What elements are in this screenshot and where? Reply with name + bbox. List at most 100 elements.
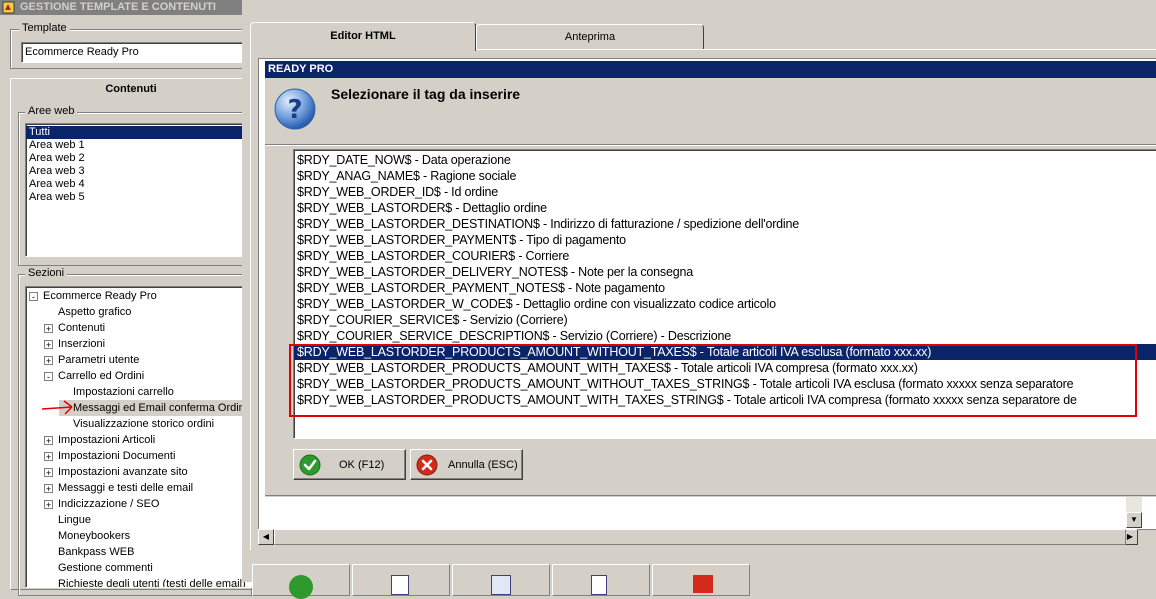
check-icon: [299, 454, 321, 476]
tab-editor-html-label: Editor HTML: [330, 30, 396, 42]
editor-hscroll[interactable]: ◀ ▶: [258, 529, 1138, 545]
dialog-header-separator: [265, 144, 1156, 146]
dialog-titlebar[interactable]: READY PRO: [265, 61, 1156, 78]
tree-item-label: Ecommerce Ready Pro: [43, 290, 157, 302]
expand-icon[interactable]: +: [44, 483, 53, 493]
cancel-x-icon: [416, 454, 438, 476]
template-group: Template Ecommerce Ready Pro: [10, 22, 253, 69]
tree-item[interactable]: + Contenuti: [44, 320, 105, 336]
aree-web-item[interactable]: Area web 3: [26, 165, 250, 178]
tag-list-item[interactable]: $RDY_WEB_LASTORDER_DESTINATION$ - Indiri…: [294, 216, 1156, 232]
dialog-title: READY PRO: [268, 63, 334, 75]
contenuti-header: Contenuti: [105, 83, 157, 95]
aree-web-item[interactable]: Tutti: [26, 126, 250, 139]
tree-item[interactable]: Messaggi ed Email conferma Ordine: [59, 400, 251, 416]
dialog-prompt: Selezionare il tag da inserire: [331, 86, 521, 102]
tab-anteprima[interactable]: Anteprima: [476, 24, 704, 49]
scroll-down-button[interactable]: ▼: [1126, 512, 1142, 528]
tag-list-item[interactable]: $RDY_WEB_LASTORDER$ - Dettaglio ordine: [294, 200, 1156, 216]
collapse-icon[interactable]: -: [29, 291, 38, 301]
tag-list-item[interactable]: $RDY_WEB_LASTORDER_COURIER$ - Corriere: [294, 248, 1156, 264]
tag-list-item[interactable]: $RDY_WEB_LASTORDER_PAYMENT$ - Tipo di pa…: [294, 232, 1156, 248]
tree-item[interactable]: Bankpass WEB: [44, 544, 134, 560]
tree-item[interactable]: Aspetto grafico: [44, 304, 131, 320]
expand-icon[interactable]: +: [44, 339, 53, 349]
expand-icon[interactable]: +: [44, 451, 53, 461]
toolbar-button-1[interactable]: [252, 564, 350, 599]
toolbar-button-5[interactable]: [652, 564, 750, 596]
dialog-bottom-separator: [265, 495, 1156, 496]
tag-list-item[interactable]: $RDY_WEB_LASTORDER_DELIVERY_NOTES$ - Not…: [294, 264, 1156, 280]
toolbar-button-3[interactable]: [452, 564, 550, 596]
scroll-left-button[interactable]: ◀: [258, 529, 274, 545]
tree-item[interactable]: - Carrello ed Ordini: [44, 368, 144, 384]
tree-item-label: Impostazioni Documenti: [58, 450, 176, 462]
tree-item-label: Messaggi e testi delle email: [58, 482, 194, 494]
expand-icon[interactable]: +: [44, 355, 53, 365]
expand-icon[interactable]: +: [44, 467, 53, 477]
tree-item[interactable]: - Ecommerce Ready Pro: [29, 288, 157, 304]
tree-item[interactable]: + Impostazioni Articoli: [44, 432, 155, 448]
tag-list-item[interactable]: $RDY_WEB_LASTORDER_W_CODE$ - Dettaglio o…: [294, 296, 1156, 312]
tag-list-item[interactable]: $RDY_ANAG_NAME$ - Ragione sociale: [294, 168, 1156, 184]
ok-button[interactable]: OK (F12): [293, 449, 406, 480]
sezioni-label: Sezioni: [25, 267, 68, 279]
cancel-button[interactable]: Annulla (ESC): [410, 449, 523, 480]
tab-editor-html[interactable]: Editor HTML: [250, 22, 476, 51]
tree-item[interactable]: Gestione commenti: [44, 560, 153, 576]
sezioni-tree[interactable]: - Ecommerce Ready Pro Aspetto grafico + Cont…: [25, 286, 253, 588]
tree-item[interactable]: + Parametri utente: [44, 352, 139, 368]
tree-item-label: Bankpass WEB: [58, 546, 135, 558]
template-label: Template: [19, 22, 70, 34]
expand-icon[interactable]: +: [44, 499, 53, 509]
annotation-arrow-icon: [41, 400, 73, 415]
tree-item-label: Contenuti: [58, 322, 106, 334]
tag-list-item[interactable]: $RDY_COURIER_SERVICE$ - Servizio (Corrie…: [294, 312, 1156, 328]
tree-item[interactable]: + Inserzioni: [44, 336, 105, 352]
tree-item[interactable]: Moneybookers: [44, 528, 130, 544]
tree-item-label: Indicizzazione / SEO: [58, 498, 160, 510]
bottom-toolbar: [242, 560, 1156, 599]
cancel-button-label: Annulla (ESC): [448, 458, 518, 471]
tree-item[interactable]: Lingue: [44, 512, 91, 528]
tree-item[interactable]: + Messaggi e testi delle email: [44, 480, 193, 496]
dialog-header: ? Selezionare il tag da inserire: [265, 78, 1156, 140]
template-field-value: Ecommerce Ready Pro: [25, 46, 139, 58]
expand-icon[interactable]: +: [44, 435, 53, 445]
sezioni-group: Sezioni - Ecommerce Ready Pro Aspetto graf…: [18, 267, 253, 596]
tree-item-label: Impostazioni avanzate sito: [58, 466, 188, 478]
tag-dialog: READY PRO ? Selezionare il tag da inseri…: [264, 60, 1156, 497]
tab-strip: Editor HTML Anteprima: [250, 22, 1156, 51]
tree-item-label: Inserzioni: [58, 338, 106, 350]
aree-web-list[interactable]: Tutti Area web 1 Area web 2 Area web 3 Area …: [25, 123, 251, 257]
tree-item-label: Carrello ed Ordini: [58, 370, 145, 382]
aree-web-item[interactable]: Area web 1: [26, 139, 250, 152]
hscroll-thumb[interactable]: [274, 529, 1126, 545]
expand-icon[interactable]: +: [44, 323, 53, 333]
template-field[interactable]: Ecommerce Ready Pro: [21, 42, 253, 63]
tree-item[interactable]: Impostazioni carrello: [59, 384, 174, 400]
tag-list-item[interactable]: $RDY_WEB_ORDER_ID$ - Id ordine: [294, 184, 1156, 200]
red-square-icon: [693, 575, 713, 593]
toolbar-button-2[interactable]: [352, 564, 450, 596]
tag-list-item[interactable]: $RDY_DATE_NOW$ - Data operazione: [294, 152, 1156, 168]
editor-vscroll[interactable]: ▼: [1126, 495, 1142, 528]
toolbar-button-4[interactable]: [552, 564, 650, 596]
app-icon: [2, 1, 15, 14]
tag-list-item[interactable]: $RDY_WEB_LASTORDER_PAYMENT_NOTES$ - Note…: [294, 280, 1156, 296]
aree-web-item[interactable]: Area web 2: [26, 152, 250, 165]
tree-item[interactable]: Richieste degli utenti (testi delle emai…: [44, 576, 246, 588]
annotation-highlight-box: [289, 344, 1137, 417]
aree-web-item[interactable]: Area web 4: [26, 178, 250, 191]
tag-list-item[interactable]: $RDY_COURIER_SERVICE_DESCRIPTION$ - Serv…: [294, 328, 1156, 344]
tree-item[interactable]: + Impostazioni Documenti: [44, 448, 175, 464]
document-icon: [591, 575, 607, 595]
tree-item[interactable]: + Indicizzazione / SEO: [44, 496, 160, 512]
tree-item-label: Messaggi ed Email conferma Ordine: [73, 402, 251, 414]
collapse-icon[interactable]: -: [44, 371, 53, 381]
tree-item[interactable]: + Impostazioni avanzate sito: [44, 464, 188, 480]
tree-item[interactable]: Visualizzazione storico ordini: [59, 416, 214, 432]
aree-web-item[interactable]: Area web 5: [26, 191, 250, 204]
tree-item-label: Richieste degli utenti (testi delle emai…: [58, 578, 246, 588]
left-panel-titlebar: GESTIONE TEMPLATE E CONTENUTI: [0, 0, 242, 15]
